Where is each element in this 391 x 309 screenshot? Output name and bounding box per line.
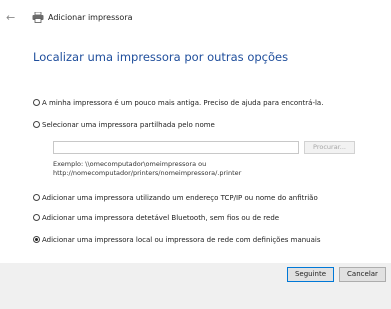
title-bar: ← Adicionar impressora — [0, 8, 391, 28]
example-text: Exemplo: \\omecomputador\omeimpressora o… — [53, 160, 241, 178]
example-line-1: Exemplo: \\omecomputador\omeimpressora o… — [53, 160, 207, 168]
option-label: Adicionar uma impressora detetável Bluet… — [42, 214, 280, 222]
option-label: A minha impressora é um pouco mais antig… — [42, 99, 324, 107]
radio-button[interactable] — [33, 120, 40, 128]
shared-printer-name-input[interactable] — [53, 141, 299, 154]
option-tcp-ip[interactable]: Adicionar uma impressora utilizando um e… — [33, 193, 318, 203]
option-label: Selecionar uma impressora partilhada pel… — [42, 121, 215, 129]
option-local-manual[interactable]: Adicionar uma impressora local ou impres… — [33, 235, 321, 245]
option-bluetooth-wireless[interactable]: Adicionar uma impressora detetável Bluet… — [33, 213, 279, 223]
browse-button[interactable]: Procurar... — [304, 141, 355, 154]
page-heading: Localizar uma impressora por outras opçõ… — [33, 50, 289, 64]
radio-button-selected[interactable] — [33, 235, 40, 243]
example-line-2: http://nomecomputador/printers/nomeimpre… — [53, 169, 242, 177]
radio-button[interactable] — [33, 193, 40, 201]
cancel-button[interactable]: Cancelar — [339, 267, 386, 282]
printer-icon — [32, 12, 44, 23]
option-label: Adicionar uma impressora local ou impres… — [42, 236, 321, 244]
option-older-printer[interactable]: A minha impressora é um pouco mais antig… — [33, 98, 323, 108]
back-arrow-icon[interactable]: ← — [6, 8, 15, 28]
option-label: Adicionar uma impressora utilizando um e… — [42, 194, 318, 202]
radio-button[interactable] — [33, 213, 40, 221]
next-button[interactable]: Seguinte — [287, 267, 334, 282]
option-shared-by-name[interactable]: Selecionar uma impressora partilhada pel… — [33, 120, 215, 130]
window-title: Adicionar impressora — [48, 13, 133, 22]
radio-button[interactable] — [33, 98, 40, 106]
